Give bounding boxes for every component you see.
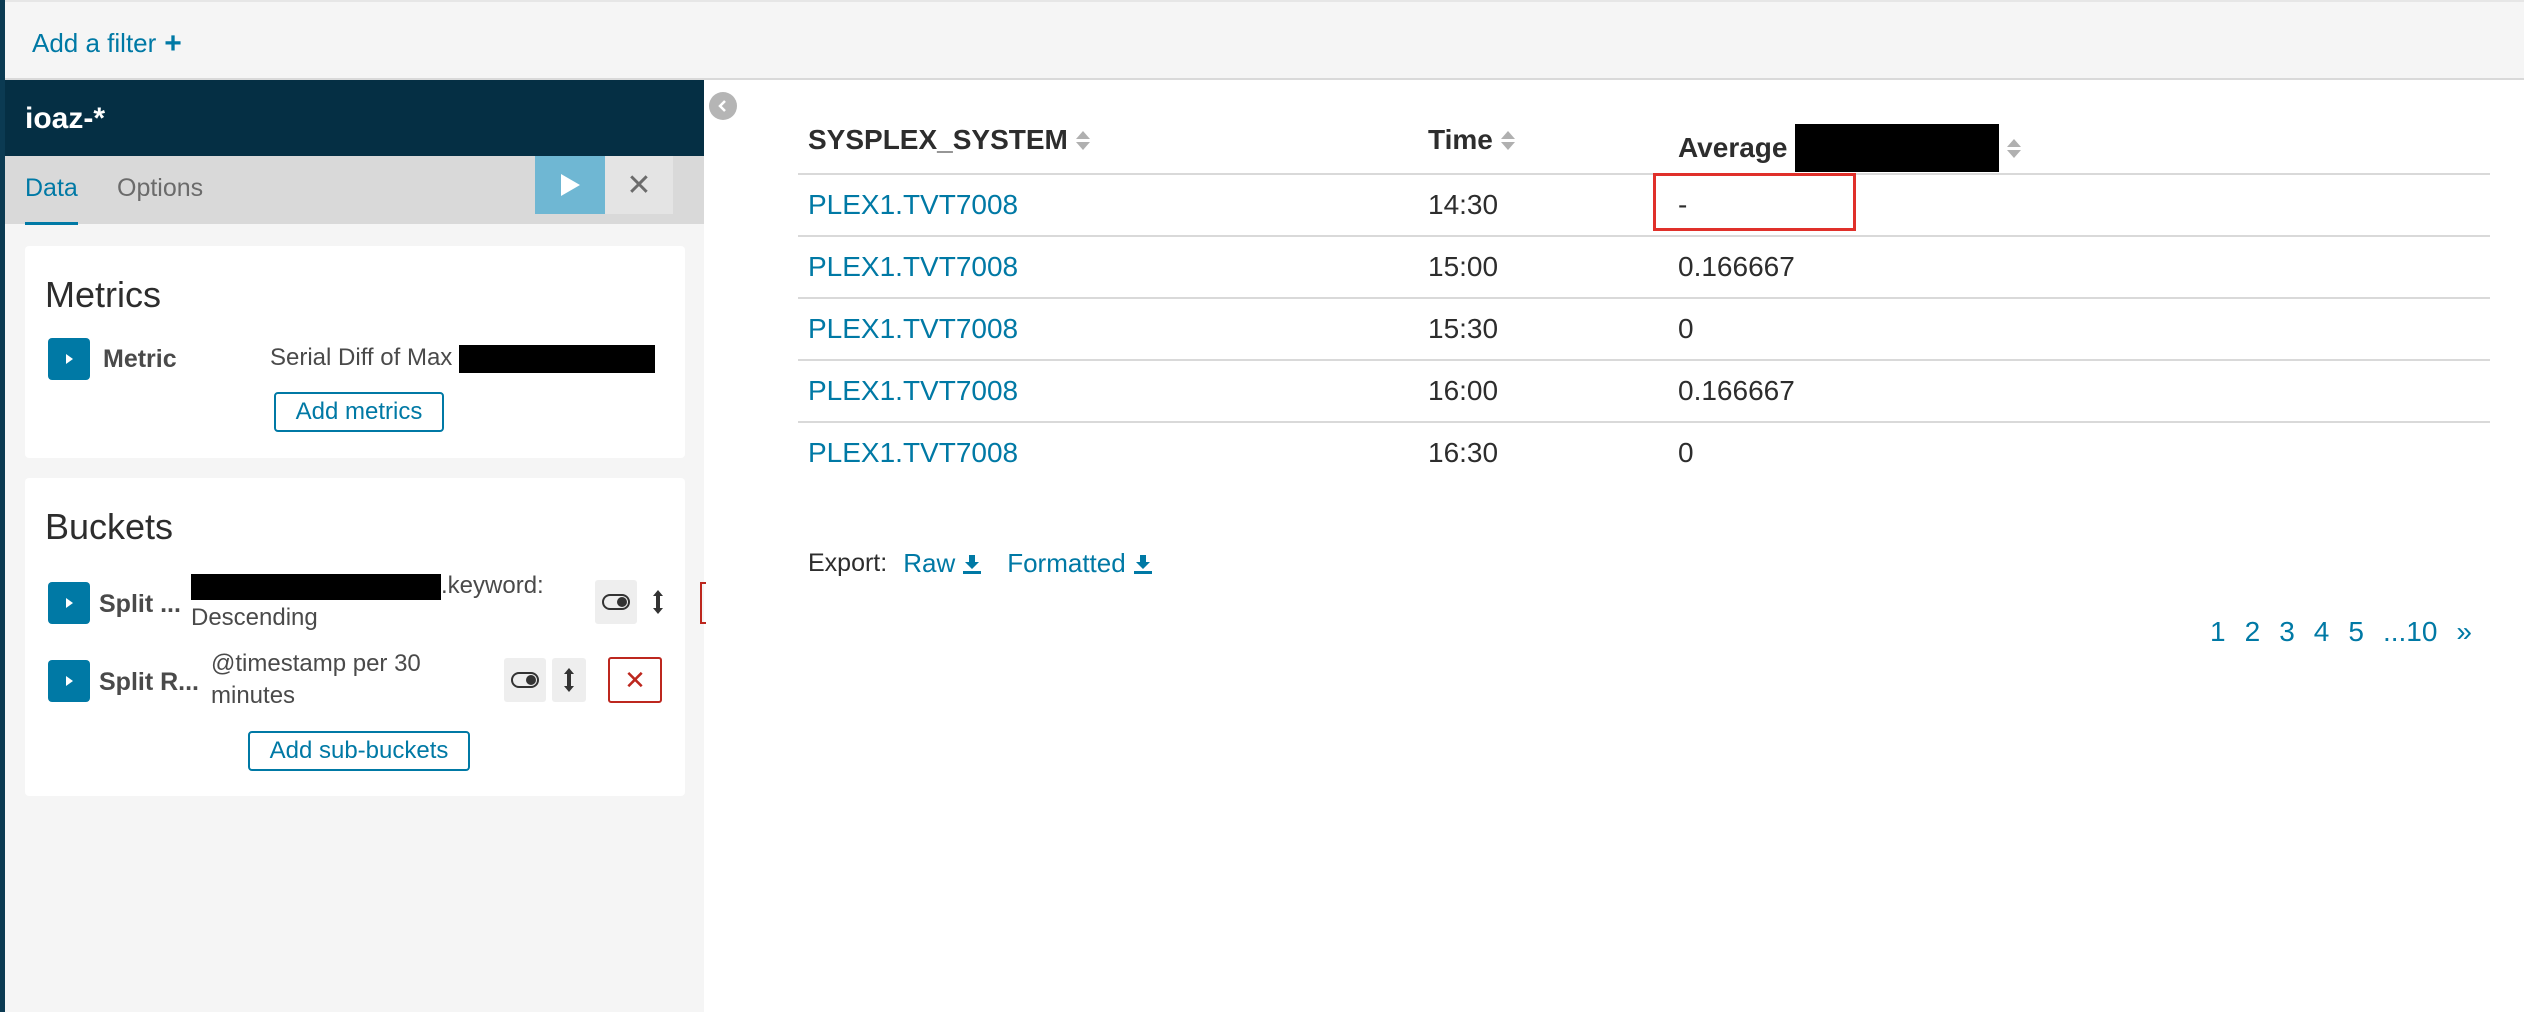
bucket-2-drag-handle[interactable] [552,658,586,702]
cell-time: 16:30 [1428,437,1499,468]
bucket-1-toggle-button[interactable] [595,580,637,624]
bucket-1-drag-handle[interactable] [643,580,673,624]
page-link-3[interactable]: 3 [2279,616,2295,648]
tab-options[interactable]: Options [117,174,203,203]
bucket-1-label: Split ... [99,590,181,618]
toggle-icon [602,594,630,610]
redacted-field [191,573,441,600]
cell-time: 15:00 [1428,251,1499,282]
bucket-2-desc-line1: @timestamp per 30 [211,650,421,677]
chevron-right-icon [66,598,73,608]
highlight-annotation-box [1653,173,1856,231]
add-filter-link[interactable]: Add a filter + [32,28,182,59]
cell-sysplex-system[interactable]: PLEX1.TVT7008 [808,437,1018,469]
cell-time: 14:30 [1428,189,1499,220]
page-link-5[interactable]: 5 [2348,616,2364,648]
add-filter-label: Add a filter [32,28,157,58]
page-link-4[interactable]: 4 [2314,616,2330,648]
plus-icon: + [164,26,182,60]
column-header-average[interactable]: Average [1678,124,2022,172]
download-icon [963,554,982,574]
page-next-button[interactable]: » [2456,616,2472,648]
bucket-1-desc-suffix: .keyword: [441,572,544,599]
metric-description-text: Serial Diff of Max [270,344,453,371]
metric-expand-toggle[interactable] [48,338,90,380]
play-icon [561,174,580,196]
table-divider [798,297,2490,299]
export-bar: Export: Raw Formatted [808,548,1154,579]
close-icon: ✕ [626,168,652,202]
cell-time: 16:00 [1428,375,1499,406]
redacted-field [1795,124,2000,172]
bucket-1-desc-line2: Descending [191,604,318,631]
bucket-2-description: @timestamp per 30 minutes [211,648,461,712]
bucket-1-description: .keyword: Descending [191,570,544,634]
bucket-2-expand-toggle[interactable] [48,660,90,702]
column-header-label: Time [1428,124,1493,155]
download-icon [1133,554,1152,574]
table-divider [798,173,2490,175]
export-formatted-label: Formatted [1007,548,1126,578]
collapse-sidebar-button[interactable] [709,92,737,120]
page-link-last[interactable]: ...10 [2383,616,2437,648]
cell-sysplex-system[interactable]: PLEX1.TVT7008 [808,251,1018,283]
chevron-left-icon [718,100,726,112]
filter-bar: Add a filter + [5,0,2524,80]
column-header-time[interactable]: Time [1428,124,1515,156]
metric-row-description: Serial Diff of Max [270,342,655,374]
apply-changes-button[interactable] [535,156,605,214]
buckets-panel: Buckets Split ... .keyword: Descending S… [25,478,706,796]
page-link-1[interactable]: 1 [2210,616,2226,648]
export-formatted-link[interactable]: Formatted [1007,548,1154,579]
chevron-right-icon [66,354,73,364]
bucket-2-label: Split R... [99,668,199,696]
cell-sysplex-system[interactable]: PLEX1.TVT7008 [808,375,1018,407]
buckets-title: Buckets [45,506,174,547]
sort-vertical-icon [653,590,663,614]
bucket-1-delete-button-clipped[interactable] [700,582,706,624]
add-sub-buckets-button[interactable]: Add sub-buckets [248,731,470,771]
cell-average: 0 [1678,437,1694,468]
bucket-2-desc-line2: minutes [211,682,296,709]
cell-sysplex-system[interactable]: PLEX1.TVT7008 [808,189,1018,221]
sort-icon [1500,130,1515,150]
sidebar-editor: ioaz-* Data Options ✕ Metrics Metric Ser… [5,80,706,1012]
cell-sysplex-system[interactable]: PLEX1.TVT7008 [808,313,1018,345]
pagination: 1 2 3 4 5 ...10 » [2210,616,2472,648]
toggle-icon [511,672,539,688]
export-raw-label: Raw [903,548,956,578]
sort-vertical-icon [564,668,574,692]
column-header-sysplex-system[interactable]: SYSPLEX_SYSTEM [808,124,1090,156]
add-metrics-button[interactable]: Add metrics [274,392,444,432]
bucket-2-toggle-button[interactable] [504,658,546,702]
discard-changes-button[interactable]: ✕ [605,156,673,214]
metrics-title: Metrics [45,274,161,315]
cell-time: 15:30 [1428,313,1499,344]
cell-average: 0.166667 [1678,251,1795,282]
table-divider [798,421,2490,423]
redacted-field [458,344,655,373]
index-pattern-title: ioaz-* [5,80,704,156]
column-header-label: Average [1678,132,1788,163]
cell-average: 0.166667 [1678,375,1795,406]
editor-tabs: Data Options ✕ [5,156,704,225]
column-header-label: SYSPLEX_SYSTEM [808,124,1068,155]
bucket-1-expand-toggle[interactable] [48,582,90,624]
cell-average: 0 [1678,313,1694,344]
close-icon: ✕ [624,664,646,695]
tab-data[interactable]: Data [25,174,78,225]
export-label: Export: [808,549,888,577]
sort-icon [2007,138,2022,158]
sort-icon [1075,130,1090,150]
table-divider [798,235,2490,237]
metrics-panel: Metrics Metric Serial Diff of Max Add me… [25,246,685,458]
bucket-2-delete-button[interactable]: ✕ [608,657,662,703]
metric-row-label: Metric [103,345,177,373]
table-divider [798,359,2490,361]
export-raw-link[interactable]: Raw [903,548,983,579]
chevron-right-icon [66,676,73,686]
page-link-2[interactable]: 2 [2245,616,2261,648]
